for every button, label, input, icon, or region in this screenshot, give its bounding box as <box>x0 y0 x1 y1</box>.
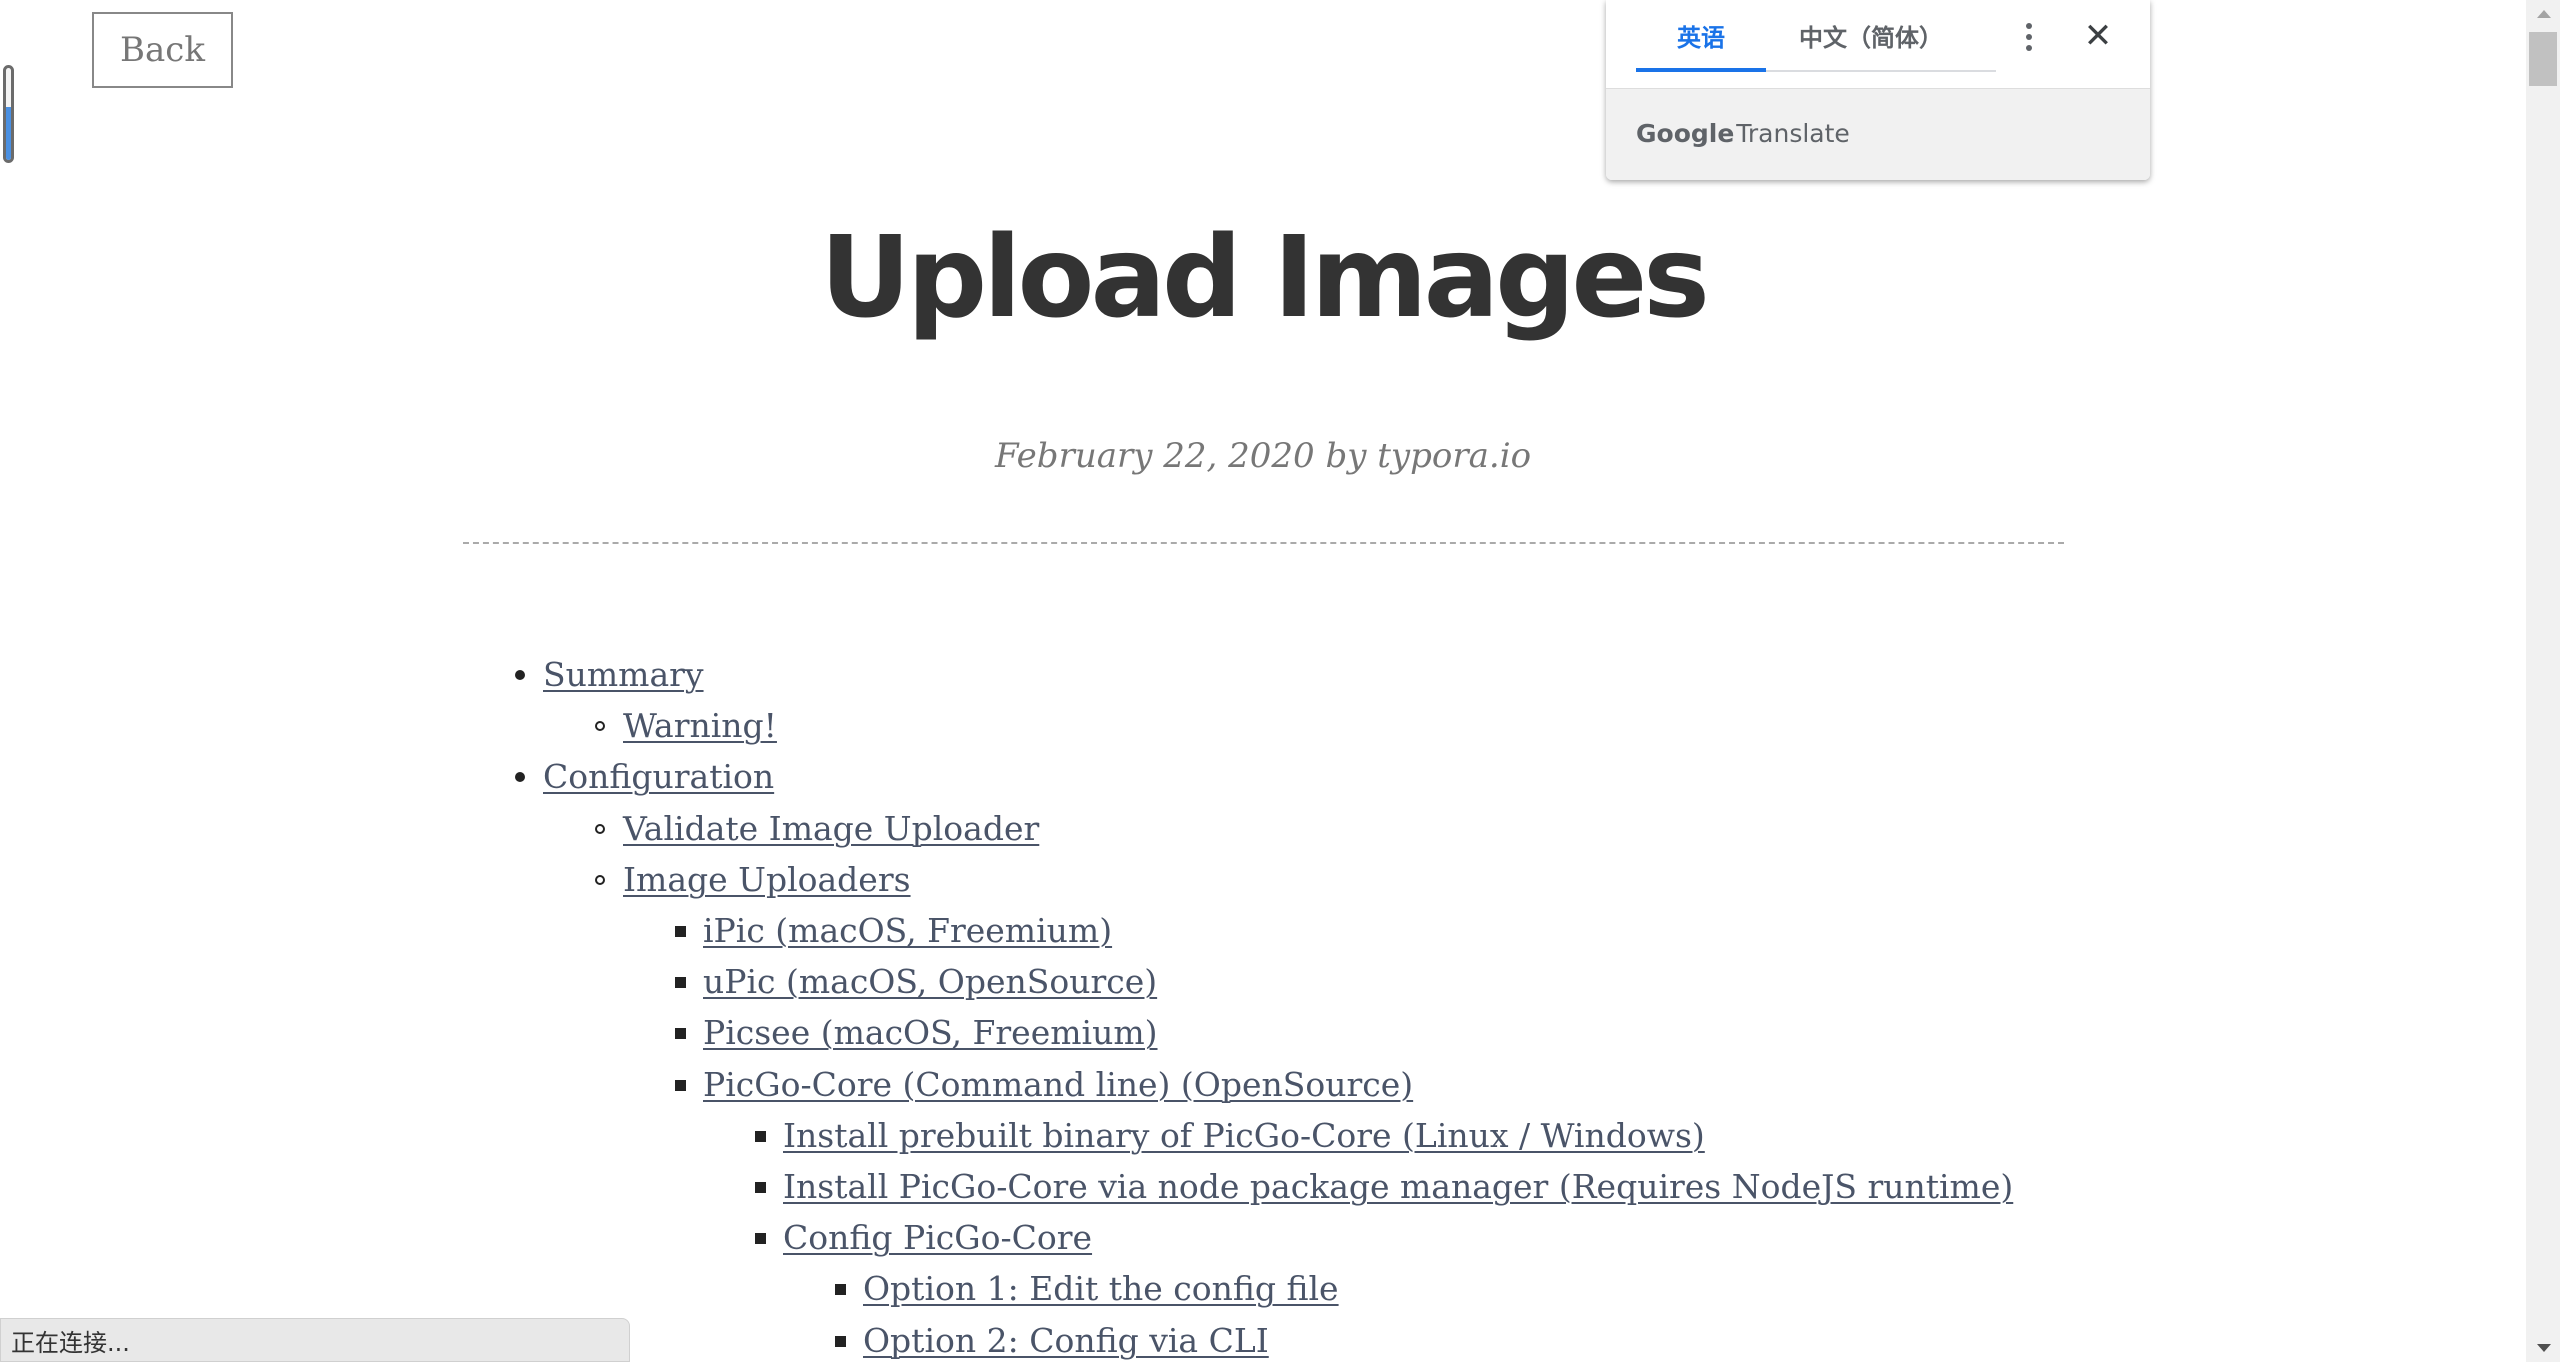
divider <box>463 542 2064 544</box>
toc-link[interactable]: Option 2: Config via CLI <box>863 1321 1269 1361</box>
google-translate-popup: 英语 中文（简体） ✕ Google Translate <box>1606 0 2150 180</box>
toc-item: Validate Image Uploader <box>595 809 1039 849</box>
toc-item: uPic (macOS, OpenSource) <box>675 962 1157 1002</box>
toc-item: Warning! <box>595 706 777 746</box>
toc-link[interactable]: Install prebuilt binary of PicGo-Core (L… <box>783 1116 1705 1156</box>
loading-indicator-fill <box>6 106 11 160</box>
close-icon[interactable]: ✕ <box>2078 16 2118 56</box>
list-bullet <box>595 874 605 885</box>
scroll-up-icon[interactable] <box>2537 10 2551 18</box>
toc-item: Picsee (macOS, Freemium) <box>675 1013 1158 1053</box>
toc-link[interactable]: Config PicGo-Core <box>783 1218 1092 1258</box>
list-bullet <box>595 721 605 732</box>
scrollbar-thumb[interactable] <box>2529 32 2557 86</box>
toc-item: Install PicGo-Core via node package mana… <box>755 1167 2013 1207</box>
google-wordmark: Google <box>1636 119 1735 148</box>
toc-link[interactable]: uPic (macOS, OpenSource) <box>703 962 1157 1002</box>
list-bullet <box>675 1079 686 1091</box>
google-translate-logo: Google Translate <box>1636 119 1850 148</box>
toc-link[interactable]: iPic (macOS, Freemium) <box>703 911 1112 951</box>
toc-link[interactable]: Validate Image Uploader <box>623 809 1039 849</box>
toc-item: Config PicGo-Core <box>755 1218 1092 1258</box>
translate-footer: Google Translate <box>1606 88 2150 180</box>
toc-item: Install prebuilt binary of PicGo-Core (L… <box>755 1116 1705 1156</box>
toc-link[interactable]: Configuration <box>543 757 774 797</box>
toc-item: PicGo-Core (Command line) (OpenSource) <box>675 1065 1413 1105</box>
list-bullet <box>835 1284 846 1296</box>
toc-item: Option 1: Edit the config file <box>835 1269 1339 1309</box>
translate-language-tabs: 英语 中文（简体） <box>1636 0 1996 72</box>
status-bar: 正在连接... <box>0 1318 630 1362</box>
vertical-scrollbar[interactable] <box>2526 0 2560 1362</box>
tab-target-language[interactable]: 中文（简体） <box>1766 0 1976 70</box>
list-bullet <box>755 1130 766 1142</box>
vertical-dots-icon[interactable] <box>2014 18 2044 56</box>
back-button[interactable]: Back <box>92 12 233 88</box>
toc-item: iPic (macOS, Freemium) <box>675 911 1112 951</box>
loading-indicator <box>3 65 14 163</box>
list-bullet <box>515 772 525 783</box>
translate-wordmark: Translate <box>1736 119 1850 148</box>
toc-link[interactable]: Summary <box>543 655 704 695</box>
toc-item: Configuration <box>515 757 774 797</box>
list-bullet <box>595 823 605 834</box>
list-bullet <box>675 977 686 989</box>
list-bullet <box>755 1233 766 1245</box>
post-meta: February 22, 2020 by typora.io <box>994 436 1532 476</box>
list-bullet <box>515 670 525 680</box>
toc-item: Option 2: Config via CLI <box>835 1321 1269 1361</box>
toc-item: Summary <box>515 655 704 695</box>
list-bullet <box>675 1028 686 1040</box>
list-bullet <box>755 1182 766 1193</box>
list-bullet <box>675 926 686 937</box>
toc-item: Image Uploaders <box>595 860 911 900</box>
list-bullet <box>835 1335 846 1347</box>
toc-link[interactable]: PicGo-Core (Command line) (OpenSource) <box>703 1065 1413 1105</box>
page-title: Upload Images <box>820 213 1710 343</box>
toc-link[interactable]: Picsee (macOS, Freemium) <box>703 1013 1158 1053</box>
toc-link[interactable]: Image Uploaders <box>623 860 911 900</box>
tab-source-language[interactable]: 英语 <box>1636 0 1766 72</box>
toc-link[interactable]: Install PicGo-Core via node package mana… <box>783 1167 2013 1207</box>
scroll-down-icon[interactable] <box>2537 1344 2551 1352</box>
toc-link[interactable]: Option 1: Edit the config file <box>863 1269 1339 1309</box>
toc-link[interactable]: Warning! <box>623 706 777 746</box>
